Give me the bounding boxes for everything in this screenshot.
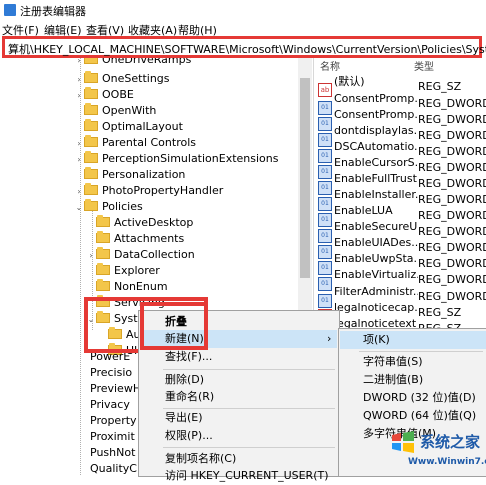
tree-item[interactable]: NonEnum xyxy=(86,279,168,295)
value-row[interactable]: 01DSCAutomatio...REG_DWORD xyxy=(318,139,486,163)
tree-item[interactable]: › PerceptionSimulationExtensions xyxy=(74,151,278,167)
value-row[interactable]: 01EnableSecureU...REG_DWORD xyxy=(318,219,486,243)
address-path[interactable]: 算机\HKEY_LOCAL_MACHINE\SOFTWARE\Microsoft… xyxy=(8,41,486,57)
tree-item[interactable]: PushNot xyxy=(90,445,135,461)
watermark-brand: 系统之家 xyxy=(420,433,481,451)
tree-item[interactable]: OpenWith xyxy=(74,103,156,119)
value-row[interactable]: 01ConsentPromp...REG_DWORD xyxy=(318,107,486,131)
tree-item[interactable]: QualityC xyxy=(90,461,137,475)
chevron-right-icon: › xyxy=(327,332,332,345)
folder-icon xyxy=(96,215,110,227)
value-row[interactable]: 01EnableCursorS...REG_DWORD xyxy=(318,155,486,179)
tree-item[interactable]: Privacy xyxy=(90,397,130,413)
folder-icon xyxy=(84,58,98,64)
tree-item[interactable]: › OneSettings xyxy=(74,71,170,87)
value-row[interactable]: 01dontdisplaylas...REG_DWORD xyxy=(318,123,486,147)
folder-icon xyxy=(84,87,98,99)
scrollbar-thumb[interactable] xyxy=(300,78,310,278)
menu-highlight xyxy=(340,331,486,349)
tree-item[interactable]: Precisio xyxy=(90,365,132,381)
chevron-down-icon[interactable]: ⌄ xyxy=(74,200,84,216)
folder-icon xyxy=(84,167,98,179)
value-row[interactable]: 01EnableUIADes...REG_DWORD xyxy=(318,235,486,259)
menu-item-rename[interactable]: 重命名(R) xyxy=(165,388,214,406)
menu-separator xyxy=(163,369,335,370)
folder-icon xyxy=(84,135,98,147)
value-row[interactable]: 01FilterAdministr...REG_DWORD xyxy=(318,284,486,308)
folder-icon xyxy=(96,231,110,243)
tree-item[interactable]: OptimalLayout xyxy=(74,119,183,135)
folder-icon xyxy=(84,71,98,83)
folder-icon xyxy=(84,151,98,163)
value-row[interactable]: 01EnableLUA REG_DWORD xyxy=(318,203,486,227)
tree-item[interactable]: PreviewH xyxy=(90,381,141,397)
value-row[interactable]: ab(默认) REG_SZ xyxy=(318,74,461,97)
tree-item[interactable]: Proximit xyxy=(90,429,135,445)
tree-item[interactable]: ActiveDesktop xyxy=(86,215,193,231)
windows-logo-icon xyxy=(392,431,414,453)
menu-item-goto-hkcu[interactable]: 访问 HKEY_CURRENT_USER(T) xyxy=(165,467,329,485)
folder-icon xyxy=(96,279,110,291)
tree-item[interactable]: › Parental Controls xyxy=(74,135,196,151)
folder-icon xyxy=(84,183,98,195)
folder-open-icon xyxy=(84,199,98,211)
regedit-app-icon xyxy=(4,4,16,16)
value-list-header: 名称 类型 xyxy=(314,58,486,73)
tree-item[interactable]: Personalization xyxy=(74,167,185,183)
value-row[interactable]: 01EnableUwpSta...REG_DWORD xyxy=(318,251,486,275)
menu-item-export[interactable]: 导出(E) xyxy=(165,409,203,427)
folder-icon xyxy=(84,103,98,115)
window-title: 注册表编辑器 xyxy=(20,5,86,18)
folder-icon xyxy=(96,247,110,259)
menu-item-copy-key-name[interactable]: 复制项名称(C) xyxy=(165,450,236,468)
menu-item-find[interactable]: 查找(F)... xyxy=(165,348,212,366)
menu-separator xyxy=(359,351,483,352)
tree-item[interactable]: › DataCollection xyxy=(86,247,195,263)
value-row[interactable]: 01EnableVirtualiz...REG_DWORD xyxy=(318,267,486,291)
submenu-item-key[interactable]: 项(K) xyxy=(363,331,390,349)
menu-bar: 文件(F) 编辑(E) 查看(V) 收藏夹(A) 帮助(H) xyxy=(0,20,486,37)
submenu-item-string[interactable]: 字符串值(S) xyxy=(363,353,423,371)
menu-separator xyxy=(163,447,335,448)
address-bar[interactable]: 算机\HKEY_LOCAL_MACHINE\SOFTWARE\Microsoft… xyxy=(2,36,486,58)
tree-item[interactable]: › PhotoPropertyHandler xyxy=(74,183,223,199)
submenu-item-dword[interactable]: DWORD (32 位)值(D) xyxy=(363,389,476,407)
value-row[interactable]: 01EnableFullTrust...REG_DWORD xyxy=(318,171,486,195)
submenu-item-qword[interactable]: QWORD (64 位)值(Q) xyxy=(363,407,476,425)
watermark: 系统之家 Www.Winwin7.com xyxy=(390,425,486,475)
folder-icon xyxy=(84,119,98,131)
menu-item-permissions[interactable]: 权限(P)... xyxy=(165,427,213,445)
tree-item[interactable]: Property xyxy=(90,413,137,429)
folder-icon xyxy=(96,263,110,275)
column-type[interactable]: 类型 xyxy=(414,58,434,73)
title-bar: 注册表编辑器 xyxy=(0,0,486,20)
tree-item[interactable]: › OOBE xyxy=(74,87,134,103)
value-row[interactable]: 01EnableInstaller...REG_DWORD xyxy=(318,187,486,211)
annotation-box-new xyxy=(140,302,208,350)
tree-item[interactable]: › OneDriveRamps xyxy=(74,58,191,68)
tree-item[interactable]: Attachments xyxy=(86,231,184,247)
value-row[interactable]: 01ConsentPromp...REG_DWORD xyxy=(318,91,486,115)
tree-item[interactable]: Explorer xyxy=(86,263,160,279)
submenu-item-binary[interactable]: 二进制值(B) xyxy=(363,371,423,389)
tree-item-policies[interactable]: ⌄ Policies xyxy=(74,199,143,215)
menu-item-delete[interactable]: 删除(D) xyxy=(165,371,204,389)
watermark-url: Www.Winwin7.com xyxy=(408,457,486,467)
column-name[interactable]: 名称 xyxy=(320,58,340,73)
